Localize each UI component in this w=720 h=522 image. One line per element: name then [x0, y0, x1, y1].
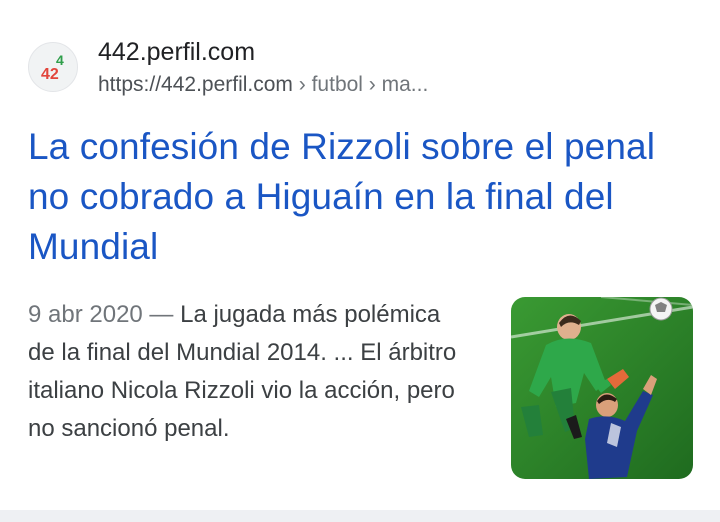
site-name: 442.perfil.com: [98, 38, 256, 66]
442-logo-icon: 4 42: [28, 42, 78, 92]
site-url: https://442.perfil.com › futbol › ma...: [98, 72, 428, 98]
result-thumbnail[interactable]: [511, 297, 693, 479]
search-result-card: 4 42 442.perfil.com https://442.perfil.c…: [0, 0, 720, 510]
divider-strip: [0, 510, 720, 522]
result-date: 9 abr 2020 —: [28, 301, 174, 328]
url-base: https://442.perfil.com: [98, 73, 293, 96]
result-snippet: 9 abr 2020 — La jugada más polémica de l…: [28, 296, 468, 448]
favicon-digits-bottom: 42: [41, 66, 59, 83]
url-path: › futbol › ma...: [292, 73, 429, 96]
result-title-link[interactable]: La confesión de Rizzoli sobre el penal n…: [28, 122, 698, 272]
site-header[interactable]: 4 42 442.perfil.com https://442.perfil.c…: [28, 38, 688, 102]
football-match-photo: [511, 297, 693, 479]
